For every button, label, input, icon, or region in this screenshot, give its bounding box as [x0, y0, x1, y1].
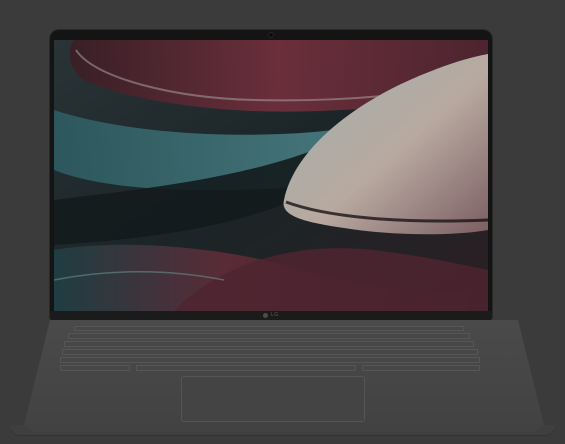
bottom-letter-key-row	[60, 357, 480, 363]
top-letter-key-row	[64, 341, 474, 347]
webcam-icon	[269, 33, 273, 37]
laptop-lid: LG	[50, 30, 492, 320]
screen-chin: LG	[50, 311, 492, 320]
lg-logo-icon: LG	[263, 312, 281, 318]
wallpaper	[54, 40, 488, 311]
modifier-keys-right	[362, 365, 480, 371]
home-key-row	[62, 349, 478, 355]
number-key-row	[68, 333, 470, 339]
modifier-keys-left	[60, 365, 130, 371]
function-key-row	[74, 326, 464, 331]
keyboard	[52, 326, 490, 374]
space-bar	[136, 365, 356, 371]
touchpad	[181, 376, 365, 422]
scene: LG	[0, 0, 565, 444]
laptop-screen	[54, 40, 488, 311]
